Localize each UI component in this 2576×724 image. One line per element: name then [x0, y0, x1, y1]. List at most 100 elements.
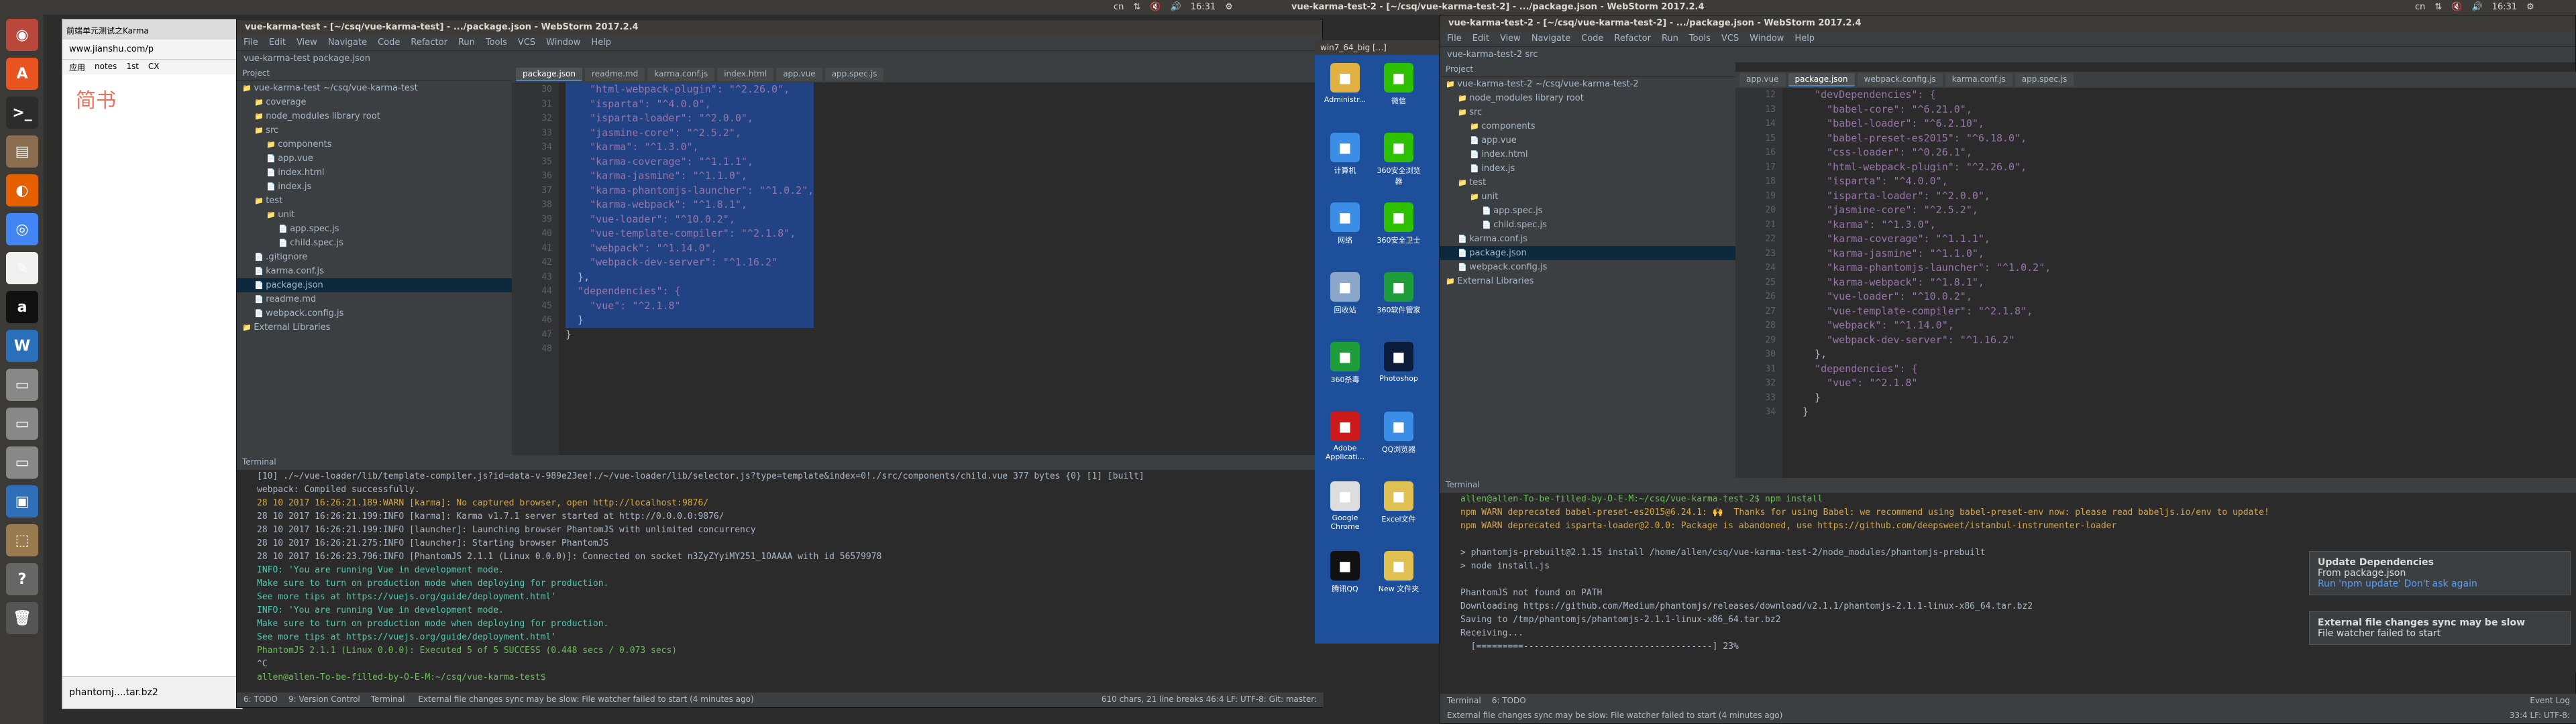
tray-item[interactable]: 16:31 — [1191, 2, 1216, 12]
chrome-icon[interactable]: ◎ — [6, 213, 38, 245]
browser-tab[interactable]: 前端单元测试之Karma — [62, 19, 242, 40]
desktop-icon[interactable]: ■ 360安全卫士 — [1375, 202, 1422, 245]
tree-item[interactable]: 📄 index.html — [1440, 147, 1735, 162]
tree-item[interactable]: 📁 node_modules library root — [237, 109, 512, 123]
menu-item-window[interactable]: Window — [546, 38, 580, 48]
tool-window-tab[interactable]: 6: TODO — [244, 695, 278, 704]
desktop-icon[interactable]: ■ Adobe Applicati... — [1322, 412, 1368, 461]
menu-item-code[interactable]: Code — [1581, 34, 1603, 44]
tray-item[interactable]: cn — [2415, 2, 2425, 12]
dash-icon[interactable]: ◉ — [6, 19, 38, 51]
bookmark-item[interactable]: notes — [95, 62, 117, 72]
menu-item-edit[interactable]: Edit — [1472, 34, 1489, 44]
tree-item[interactable]: 📁 src — [1440, 105, 1735, 119]
menu-item-view[interactable]: View — [1500, 34, 1521, 44]
menu-item-run[interactable]: Run — [458, 38, 475, 48]
editor-tab[interactable]: readme.md — [585, 68, 645, 81]
tree-item[interactable]: 📄 readme.md — [237, 292, 512, 306]
menu-item-navigate[interactable]: Navigate — [328, 38, 367, 48]
tray-item[interactable]: ⚙ — [1225, 2, 1233, 12]
tree-item[interactable]: 📄 index.js — [1440, 162, 1735, 176]
tree-item[interactable]: 📄 child.spec.js — [1440, 218, 1735, 232]
tree-item[interactable]: 📄 index.js — [237, 180, 512, 194]
menu-item-help[interactable]: Help — [591, 38, 611, 48]
tree-item[interactable]: 📁 unit — [237, 208, 512, 222]
desktop-icon[interactable]: ■ 网络 — [1322, 202, 1368, 245]
tree-item[interactable]: 📁 node_modules library root — [1440, 91, 1735, 105]
code-content[interactable]: "devDependencies": { "babel-core": "^6.2… — [1803, 88, 2051, 420]
notification-file-watcher[interactable]: External file changes sync may be slow F… — [2309, 611, 2571, 645]
desktop-icon[interactable]: ■ New 文件夹 — [1375, 551, 1422, 594]
menu-item-file[interactable]: File — [244, 38, 258, 48]
tree-item[interactable]: 📄 karma.conf.js — [237, 264, 512, 278]
project-header[interactable]: Project — [1440, 62, 1735, 77]
editor-tab[interactable]: app.spec.js — [2015, 73, 2074, 86]
menu-item-view[interactable]: View — [297, 38, 317, 48]
tool-window-tab[interactable]: 9: Version Control — [288, 695, 360, 704]
editor-tab[interactable]: package.json — [516, 68, 583, 81]
tree-item[interactable]: 📁 test — [237, 194, 512, 208]
menu-item-code[interactable]: Code — [378, 38, 400, 48]
writer-icon[interactable]: W — [6, 330, 38, 362]
event-log-button[interactable]: Event Log — [2530, 696, 2570, 705]
ubuntu-icon[interactable]: A — [6, 58, 38, 90]
firefox-icon[interactable]: ◐ — [6, 174, 38, 206]
breadcrumb[interactable]: vue-karma-test package.json — [237, 50, 1322, 66]
editor-tab[interactable]: app.vue — [776, 68, 822, 81]
desktop-icon[interactable]: ■ Administr... — [1322, 63, 1368, 104]
editor-tab[interactable]: index.html — [717, 68, 774, 81]
files-icon[interactable]: ▤ — [6, 135, 38, 168]
tree-item[interactable]: 📁 coverage — [237, 95, 512, 109]
desktop-icon[interactable]: ■ Google Chrome — [1322, 481, 1368, 531]
desktop-icon[interactable]: ■ 360软件管家 — [1375, 272, 1422, 315]
drive-icon-3[interactable]: ▭ — [6, 446, 38, 479]
tree-item[interactable]: 📁 External Libraries — [237, 320, 512, 335]
tree-item[interactable]: 📄 app.spec.js — [237, 222, 512, 236]
tray-item[interactable]: 🔊 — [1170, 2, 1181, 12]
menu-item-navigate[interactable]: Navigate — [1532, 34, 1570, 44]
bookmark-item[interactable]: 1st — [126, 62, 139, 72]
software-center-icon[interactable]: ⬚ — [6, 524, 38, 556]
trash-icon[interactable]: 🗑 — [6, 602, 38, 634]
terminal-icon[interactable]: >_ — [6, 97, 38, 129]
tree-item[interactable]: 📄 karma.conf.js — [1440, 232, 1735, 246]
terminal-panel[interactable]: Terminal [10] ./~/vue-loader/lib/templat… — [237, 455, 1324, 692]
editor-tab[interactable]: karma.conf.js — [1945, 73, 2012, 86]
bookmark-item[interactable]: CX — [148, 62, 160, 72]
notification-update-deps[interactable]: Update Dependencies From package.json Ru… — [2309, 551, 2571, 595]
menu-item-file[interactable]: File — [1447, 34, 1462, 44]
tree-item[interactable]: 📁 test — [1440, 176, 1735, 190]
tree-item[interactable]: 📄 app.vue — [237, 152, 512, 166]
editor-tab[interactable]: package.json — [1788, 73, 1855, 86]
tray-item[interactable]: 🔊 — [2471, 2, 2482, 12]
desktop-icon[interactable]: ■ 计算机 — [1322, 133, 1368, 176]
help-icon[interactable]: ? — [6, 563, 38, 595]
menu-item-vcs[interactable]: VCS — [518, 38, 535, 48]
tree-item[interactable]: 📁 unit — [1440, 190, 1735, 204]
code-editor[interactable]: 12 13 14 15 16 17 18 19 20 21 22 23 24 25 26 27 28 29 30 31… — [1735, 88, 2576, 478]
desktop-icon[interactable]: ■ 360杀毒 — [1322, 342, 1368, 385]
menu-item-refactor[interactable]: Refactor — [411, 38, 447, 48]
editor-tab[interactable]: app.spec.js — [824, 68, 884, 81]
tree-item[interactable]: 📁 components — [237, 137, 512, 152]
menu-item-help[interactable]: Help — [1794, 34, 1815, 44]
editor-tab[interactable]: karma.conf.js — [647, 68, 715, 81]
project-header[interactable]: Project — [237, 66, 512, 81]
tree-item[interactable]: 📁 components — [1440, 119, 1735, 133]
tray-item[interactable]: ⇅ — [2434, 2, 2442, 12]
tree-item[interactable]: 📁 vue-karma-test-2 ~/csq/vue-karma-test-… — [1440, 77, 1735, 91]
menu-item-edit[interactable]: Edit — [269, 38, 286, 48]
text-editor-icon[interactable]: ✎ — [6, 252, 38, 284]
tree-item[interactable]: 📄 webpack.config.js — [237, 306, 512, 320]
amazon-icon[interactable]: a — [6, 291, 38, 323]
tree-item[interactable]: 📄 index.html — [237, 166, 512, 180]
menu-item-tools[interactable]: Tools — [1689, 34, 1711, 44]
menu-item-window[interactable]: Window — [1750, 34, 1784, 44]
tree-item[interactable]: 📁 src — [237, 123, 512, 137]
code-content[interactable]: "html-webpack-plugin": "^2.26.0", "ispar… — [566, 82, 814, 357]
tree-item[interactable]: 📄 package.json — [237, 278, 512, 292]
download-item[interactable]: phantomj....tar.bz2 — [62, 676, 242, 709]
tree-item[interactable]: 📄 child.spec.js — [237, 236, 512, 250]
desktop-icon[interactable]: ■ 腾讯QQ — [1322, 551, 1368, 594]
tree-item[interactable]: 📄 app.spec.js — [1440, 204, 1735, 218]
